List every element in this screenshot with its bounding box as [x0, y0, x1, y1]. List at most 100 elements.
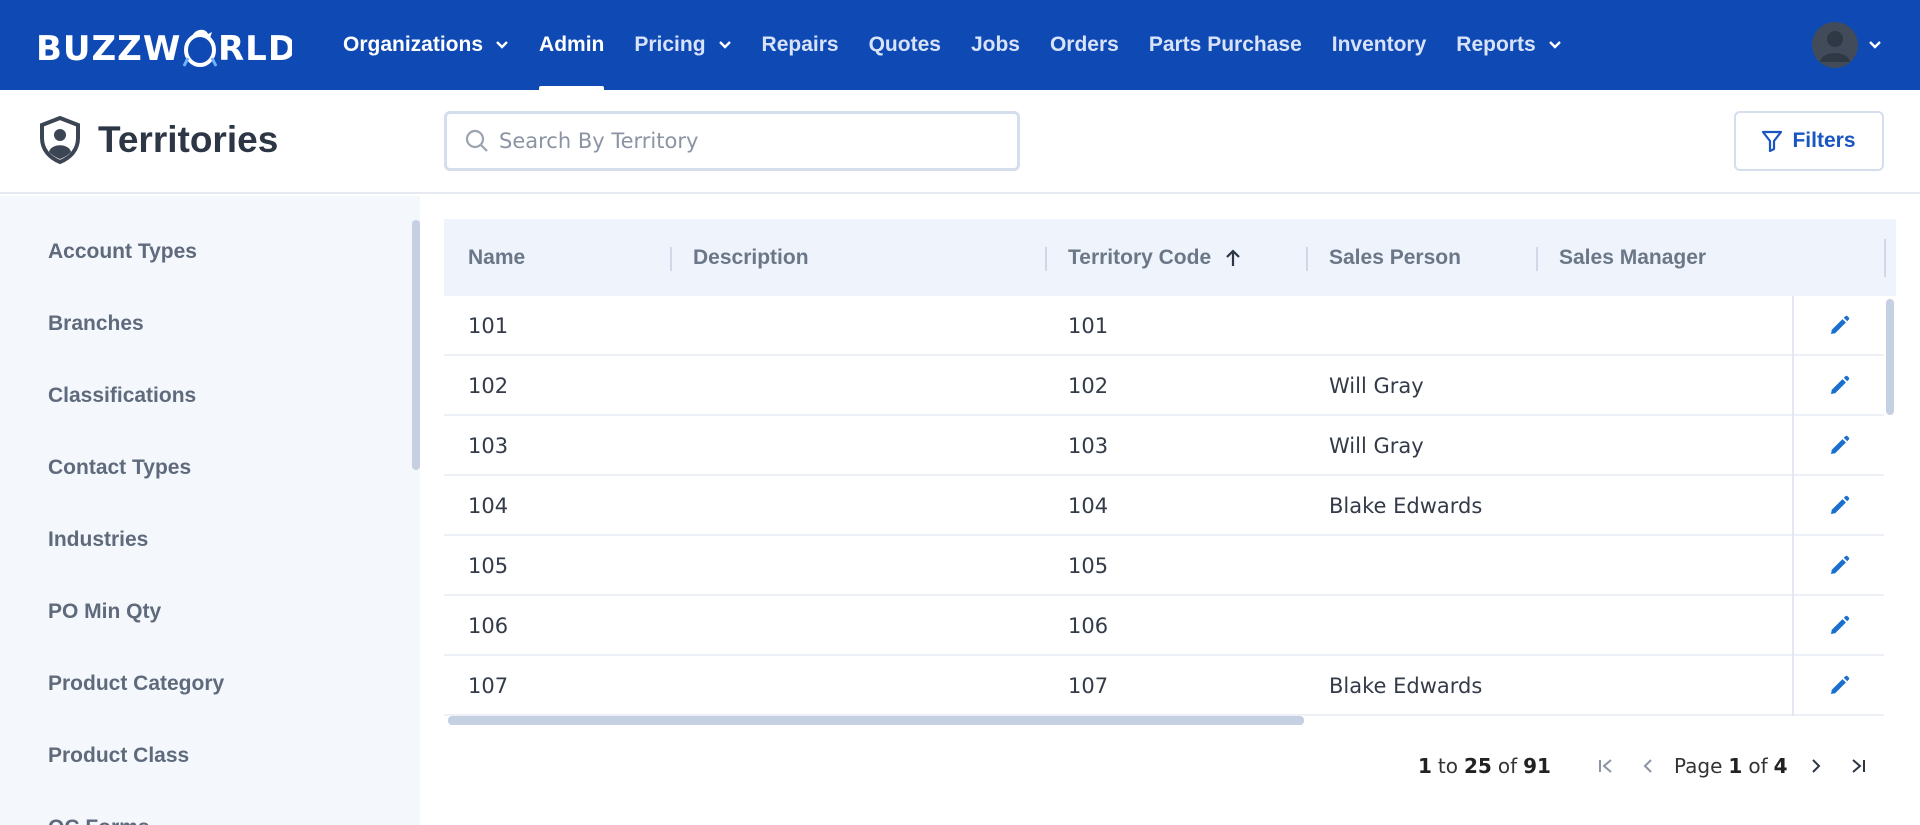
table-row[interactable]: 104 104 Blake Edwards [444, 476, 1896, 536]
nav-repairs-label: Repairs [761, 33, 839, 56]
edit-button[interactable] [1792, 356, 1884, 416]
nav-quotes-label: Quotes [868, 33, 941, 56]
column-header-label: Sales Person [1329, 245, 1461, 269]
nav-repairs[interactable]: Repairs [762, 0, 839, 90]
nav-jobs-label: Jobs [970, 33, 1020, 56]
column-resizer[interactable] [1045, 247, 1047, 271]
cell-name: 102 [468, 374, 509, 398]
sidebar-item-branches[interactable]: Branches [48, 312, 144, 336]
cell-sales-person: Blake Edwards [1329, 494, 1483, 518]
nav-reports[interactable]: Reports [1456, 0, 1561, 90]
nav-quotes[interactable]: Quotes [869, 0, 941, 90]
svg-text:RLD: RLD [218, 29, 292, 68]
filter-icon [1762, 130, 1783, 152]
sidebar-item-classifications[interactable]: Classifications [48, 384, 196, 408]
total-pages: 4 [1773, 754, 1788, 778]
cell-name: 107 [468, 674, 509, 698]
column-header-sales-manager[interactable]: Sales Manager [1559, 219, 1706, 296]
column-header-description[interactable]: Description [693, 219, 809, 296]
column-header-name[interactable]: Name [468, 219, 525, 296]
range-start: 1 [1418, 754, 1432, 778]
column-resizer[interactable] [1306, 247, 1308, 271]
buzzworld-logo[interactable]: BUZZW RLD [36, 16, 292, 76]
column-header-label: Sales Manager [1559, 245, 1707, 269]
table-vertical-scrollbar[interactable] [1886, 299, 1894, 415]
sidebar-item-po-min-qty[interactable]: PO Min Qty [48, 600, 161, 624]
edit-button[interactable] [1792, 296, 1884, 356]
main-nav: Organizations Admin Pricing Repairs Quot… [328, 0, 1577, 90]
range-end: 25 [1464, 754, 1492, 778]
nav-orders-label: Orders [1049, 33, 1119, 56]
edit-button[interactable] [1792, 536, 1884, 596]
nav-organizations[interactable]: Organizations [343, 0, 509, 90]
column-header-territory-code[interactable]: Territory Code [1068, 219, 1241, 296]
nav-parts-purchase[interactable]: Parts Purchase [1149, 0, 1302, 90]
chevron-down-icon [718, 40, 732, 50]
title-wrap: Territories [38, 116, 278, 164]
range-to: to [1437, 754, 1458, 778]
table-row[interactable]: 107 107 Blake Edwards [444, 656, 1896, 716]
nav-admin[interactable]: Admin [539, 0, 605, 90]
search-icon [465, 129, 488, 152]
edit-button[interactable] [1792, 656, 1884, 716]
sidebar-scrollbar[interactable] [412, 220, 420, 470]
chevron-down-icon [1868, 40, 1882, 50]
chevron-left-icon[interactable] [1634, 752, 1662, 780]
sidebar-item-product-category[interactable]: Product Category [48, 672, 224, 696]
nav-pricing[interactable]: Pricing [634, 0, 731, 90]
chevron-right-icon[interactable] [1802, 752, 1830, 780]
table-row[interactable]: 102 102 Will Gray [444, 356, 1896, 416]
nav-reports-label: Reports [1456, 33, 1536, 56]
chevron-down-icon [495, 40, 509, 50]
nav-inventory[interactable]: Inventory [1332, 0, 1427, 90]
edit-button[interactable] [1792, 476, 1884, 536]
table-row[interactable]: 103 103 Will Gray [444, 416, 1896, 476]
filters-button[interactable]: Filters [1734, 111, 1884, 171]
search-input[interactable] [499, 129, 979, 153]
column-header-label: Description [693, 245, 809, 269]
first-page-icon[interactable] [1592, 752, 1620, 780]
cell-territory-code: 106 [1068, 614, 1109, 638]
page-label: Page [1674, 754, 1723, 778]
column-resizer[interactable] [670, 247, 672, 271]
table-row[interactable]: 106 106 [444, 596, 1896, 656]
range-total: 91 [1523, 754, 1551, 778]
nav-organizations-label: Organizations [343, 33, 484, 56]
table-horizontal-scrollbar[interactable] [448, 716, 1304, 725]
column-header-sales-person[interactable]: Sales Person [1329, 219, 1461, 296]
sidebar-item-product-class[interactable]: Product Class [48, 744, 189, 768]
sidebar-item-industries[interactable]: Industries [48, 528, 148, 552]
edit-button[interactable] [1792, 596, 1884, 656]
cell-name: 106 [468, 614, 509, 638]
page-of: of [1748, 754, 1768, 778]
cell-territory-code: 105 [1068, 554, 1109, 578]
column-resizer[interactable] [1536, 247, 1538, 271]
column-resizer[interactable] [1884, 239, 1886, 277]
nav-parts-purchase-label: Parts Purchase [1148, 33, 1302, 56]
chevron-down-icon [1548, 40, 1562, 50]
sidebar-item-account-types[interactable]: Account Types [48, 240, 197, 264]
column-header-label: Name [468, 245, 526, 269]
nav-admin-label: Admin [539, 33, 605, 56]
page-title: Territories [98, 119, 279, 160]
search-field[interactable] [444, 111, 1020, 171]
arrow-up-icon [1225, 248, 1241, 267]
pencil-icon [1831, 435, 1850, 454]
range-of: of [1497, 754, 1518, 778]
pencil-icon [1831, 675, 1850, 694]
cell-territory-code: 103 [1068, 434, 1109, 458]
table-row[interactable]: 105 105 [444, 536, 1896, 596]
edit-button[interactable] [1792, 416, 1884, 476]
nav-pricing-label: Pricing [634, 33, 706, 56]
cell-territory-code: 104 [1068, 494, 1109, 518]
user-menu[interactable] [1812, 22, 1882, 68]
table-header: Name Description Territory Code Sales Pe… [444, 219, 1896, 296]
last-page-icon[interactable] [1844, 752, 1872, 780]
cell-territory-code: 102 [1068, 374, 1109, 398]
nav-orders[interactable]: Orders [1050, 0, 1119, 90]
column-header-label: Territory Code [1068, 245, 1212, 269]
sidebar-item-contact-types[interactable]: Contact Types [48, 456, 191, 480]
table-row[interactable]: 101 101 [444, 296, 1896, 356]
nav-jobs[interactable]: Jobs [971, 0, 1020, 90]
sidebar-item-qc-forms[interactable]: QC Forms [48, 816, 150, 825]
